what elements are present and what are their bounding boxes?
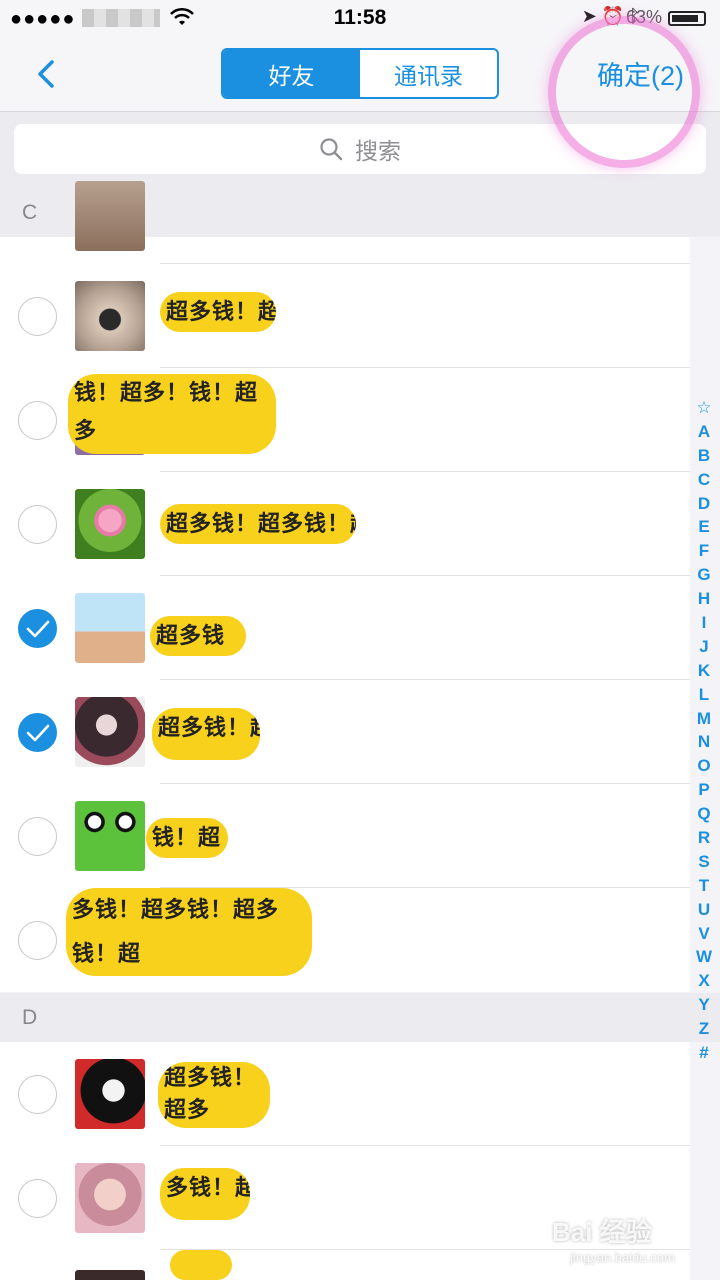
- index-letter[interactable]: D: [698, 492, 710, 516]
- list-item[interactable]: 钱！超多！钱！超多: [0, 368, 690, 472]
- tab-contacts[interactable]: 通讯录: [360, 50, 497, 97]
- contact-name-masked: 超多钱！超多钱！超: [160, 504, 356, 544]
- select-checkbox[interactable]: [18, 297, 57, 336]
- select-checkbox[interactable]: [18, 401, 57, 440]
- index-letter[interactable]: Q: [697, 802, 710, 826]
- index-letter[interactable]: B: [698, 444, 710, 468]
- index-letter[interactable]: F: [699, 539, 709, 563]
- list-item[interactable]: 超多钱！超: [0, 680, 690, 784]
- list-item[interactable]: 超多钱！超: [0, 264, 690, 368]
- alphabet-index-bar[interactable]: ☆ A B C D E F G H I J K L M N O P Q R S T U V W X Y Z #: [692, 396, 716, 1065]
- list-item[interactable]: 超多钱！超多钱！超: [0, 472, 690, 576]
- index-letter[interactable]: P: [698, 778, 709, 802]
- tab-friends[interactable]: 好友: [223, 50, 360, 97]
- battery-icon: [668, 11, 706, 26]
- list-item[interactable]: 多钱！超多钱！超多钱！超: [0, 888, 690, 992]
- index-letter[interactable]: J: [699, 635, 708, 659]
- tab-switcher: 好友 通讯录: [221, 48, 499, 99]
- index-letter[interactable]: S: [698, 850, 709, 874]
- contact-name-masked: 钱！超多！钱！超多: [68, 374, 276, 454]
- baidu-watermark-url: jingyan.baidu.com: [570, 1250, 675, 1265]
- avatar: [75, 1163, 145, 1233]
- list-item[interactable]: 超多钱: [0, 576, 690, 680]
- contact-name-masked: [170, 1250, 232, 1280]
- contact-name-masked: 多钱！超: [160, 1168, 250, 1220]
- checkmark-icon: [26, 724, 50, 742]
- select-checkbox[interactable]: [18, 609, 57, 648]
- contact-name-masked: 多钱！超多钱！超多钱！超: [66, 888, 312, 976]
- search-icon: [320, 138, 343, 161]
- index-letter[interactable]: O: [697, 754, 710, 778]
- index-letter[interactable]: N: [698, 730, 710, 754]
- search-placeholder: 搜索: [355, 138, 401, 164]
- back-button[interactable]: [28, 54, 68, 94]
- list-item[interactable]: 钱！超: [0, 784, 690, 888]
- contact-name-masked: 超多钱: [150, 616, 246, 656]
- index-letter[interactable]: Y: [698, 993, 709, 1017]
- index-letter[interactable]: H: [698, 587, 710, 611]
- index-letter[interactable]: E: [698, 515, 709, 539]
- contact-name-masked: 超多钱！超多: [158, 1062, 270, 1128]
- index-letter[interactable]: I: [702, 611, 707, 635]
- friend-picker-screen: ●●●●● 11:58 ➤ ⏰ ᛒ 63% 好友 通讯录 确定(2) 搜索 C: [0, 0, 720, 1280]
- select-checkbox[interactable]: [18, 1075, 57, 1114]
- index-letter[interactable]: K: [698, 659, 710, 683]
- avatar: [75, 801, 145, 871]
- select-checkbox[interactable]: [18, 505, 57, 544]
- list-item[interactable]: 超多钱！超多: [0, 1042, 690, 1146]
- contact-name-masked: 钱！超: [146, 818, 228, 858]
- select-checkbox[interactable]: [18, 713, 57, 752]
- index-letter[interactable]: X: [698, 969, 709, 993]
- index-letter[interactable]: L: [699, 683, 709, 707]
- avatar: [75, 697, 145, 767]
- index-letter[interactable]: M: [697, 707, 711, 731]
- chevron-left-icon: [38, 60, 54, 88]
- select-checkbox[interactable]: [18, 921, 57, 960]
- avatar: [75, 181, 145, 251]
- index-letter[interactable]: V: [698, 922, 709, 946]
- index-letter[interactable]: C: [698, 468, 710, 492]
- index-letter[interactable]: G: [697, 563, 710, 587]
- avatar: [75, 281, 145, 351]
- avatar: [75, 1059, 145, 1129]
- avatar: [75, 1270, 145, 1280]
- baidu-watermark: Bai 经验: [552, 1217, 652, 1247]
- index-letter[interactable]: ☆: [696, 396, 711, 420]
- index-letter[interactable]: U: [698, 898, 710, 922]
- checkmark-icon: [26, 620, 50, 638]
- avatar: [75, 593, 145, 663]
- index-letter[interactable]: Z: [699, 1017, 709, 1041]
- select-checkbox[interactable]: [18, 1179, 57, 1218]
- index-letter[interactable]: T: [699, 874, 709, 898]
- contact-name-masked: 超多钱！超: [152, 708, 260, 760]
- contact-name-masked: 超多钱！超: [160, 292, 276, 332]
- index-letter[interactable]: W: [696, 945, 712, 969]
- select-checkbox[interactable]: [18, 817, 57, 856]
- section-header-d: D: [0, 993, 720, 1042]
- index-letter[interactable]: R: [698, 826, 710, 850]
- index-letter[interactable]: A: [698, 420, 710, 444]
- avatar: [75, 489, 145, 559]
- index-letter[interactable]: #: [699, 1041, 708, 1065]
- list-item[interactable]: [0, 181, 690, 264]
